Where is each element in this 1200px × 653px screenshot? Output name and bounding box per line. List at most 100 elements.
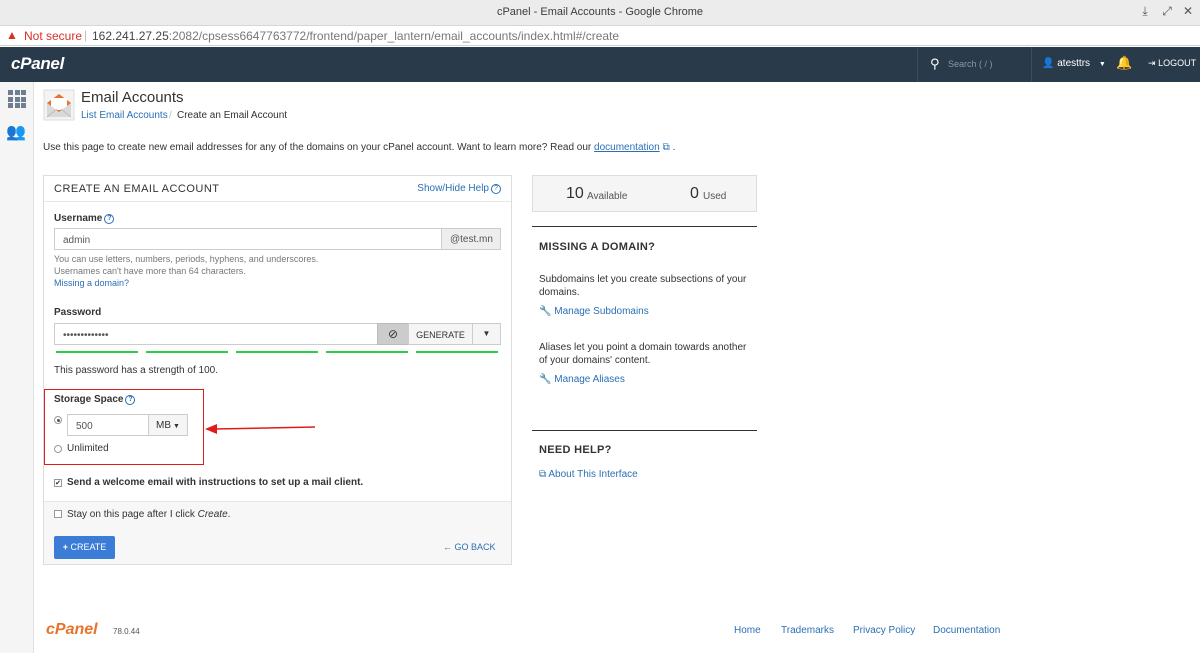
strength-bar-segment [416,351,498,353]
url-path: :2082/cpsess6647763772/frontend/paper_la… [168,29,620,43]
subdomains-text: Subdomains let you create subsections of… [539,274,747,298]
browser-titlebar: cPanel - Email Accounts - Google Chrome … [0,0,1200,26]
used-count: 0 [690,185,699,202]
maximize-icon[interactable]: ⤢ [1159,4,1175,19]
page-title: Email Accounts [81,89,184,106]
strength-bar-segment [56,351,138,353]
need-help-heading: NEED HELP? [539,444,612,456]
user-icon: 👤 [1042,58,1055,69]
cpanel-logo[interactable]: cPanel [11,54,64,74]
missing-domain-link[interactable]: Missing a domain? [54,278,129,288]
go-back-label: GO BACK [454,542,496,552]
create-email-panel: CREATE AN EMAIL ACCOUNT Show/Hide Help? … [43,175,512,565]
warning-icon: ▲ [6,28,18,42]
address-separator: | [84,28,88,42]
external-link-icon: ⧉ [662,142,670,153]
external-link-icon: ⧉ [539,469,547,480]
create-label: CREATE [70,542,107,552]
user-menu[interactable]: 👤 atesttrs ▼ [1042,58,1106,69]
search-icon: ⚲ [930,56,940,71]
intro-end: . [669,142,676,153]
footer-link-documentation[interactable]: Documentation [933,625,1000,636]
annotation-arrow [205,424,315,434]
stay-on-page-label[interactable]: Stay on this page after I click Create. [67,509,230,520]
email-envelope-icon [43,89,75,121]
url-host: 162.241.27.25 [92,29,169,43]
storage-unit-dropdown[interactable]: MB ▼ [148,414,188,436]
welcome-email-label[interactable]: Send a welcome email with instructions t… [67,477,363,488]
documentation-link[interactable]: documentation [594,142,660,153]
divider [532,226,757,227]
apps-grid-icon[interactable] [8,90,26,108]
logout-label: LOGOUT [1158,58,1197,68]
logout-icon: ⇥ [1148,58,1156,68]
bell-icon[interactable]: 🔔 [1116,55,1132,71]
eye-slash-icon: ⊘ [387,327,399,341]
strength-bar-segment [146,351,228,353]
minimize-icon[interactable]: ⤓ [1137,4,1153,19]
manage-aliases-label: Manage Aliases [554,374,625,385]
footer-link-home[interactable]: Home [734,625,761,636]
welcome-email-checkbox[interactable]: ✔ [54,479,62,487]
show-hide-help-link[interactable]: Show/Hide Help? [417,183,501,194]
stay-on-page-checkbox[interactable] [54,510,62,518]
stay-label-post: . [227,509,231,520]
account-stats: 10 Available 0 Used [532,175,757,212]
generate-options-button[interactable]: ▼ [472,323,501,345]
logout-button[interactable]: ⇥ LOGOUT [1148,58,1196,69]
help-icon[interactable]: ? [125,395,136,405]
wrench-icon: 🔧 [539,374,552,385]
footer-link-trademarks[interactable]: Trademarks [781,625,834,636]
manage-aliases-link[interactable]: 🔧 Manage Aliases [539,374,625,385]
storage-quota-input[interactable]: 500 [67,414,149,436]
username-help-2: Usernames can't have more than 64 charac… [54,266,246,276]
strength-bar-segment [326,351,408,353]
not-secure-label[interactable]: Not secure [24,29,82,43]
password-input[interactable]: ••••••••••••• [54,323,378,345]
used-label: Used [703,191,727,202]
username-input[interactable]: admin [54,228,442,250]
panel-title: CREATE AN EMAIL ACCOUNT [54,183,220,195]
help-icon: ? [491,184,501,194]
password-strength-text: This password has a strength of 100. [54,365,218,376]
close-icon[interactable]: ✕ [1180,4,1196,18]
available-count: 10 [566,185,584,202]
unlimited-label[interactable]: Unlimited [67,443,109,454]
intro-body: Use this page to create new email addres… [43,142,595,153]
search-box[interactable]: ⚲ Search ( / ) [917,47,1032,82]
users-icon[interactable]: 👥 [6,122,26,142]
storage-unlimited-radio[interactable] [54,445,62,453]
domain-addon: @test.mn [441,228,501,250]
left-sidebar: 👥 [0,82,34,653]
footer-cpanel-logo[interactable]: cPanel [46,621,98,639]
toggle-visibility-button[interactable]: ⊘ [377,323,409,345]
arrow-left-icon: ← [443,542,452,552]
about-interface-link[interactable]: ⧉ About This Interface [539,469,638,480]
strength-bar-segment [236,351,318,353]
user-name: atesttrs [1057,58,1091,69]
intro-text: Use this page to create new email addres… [43,142,675,153]
url-text[interactable]: 162.241.27.25:2082/cpsess6647763772/fron… [92,29,619,43]
top-nav: cPanel ⚲ Search ( / ) 👤 atesttrs ▼ 🔔 ⇥ L… [0,47,1200,82]
divider [532,430,757,431]
stay-label-em: Create [197,509,228,520]
search-input[interactable]: Search ( / ) [948,59,993,69]
go-back-link[interactable]: ← GO BACK [443,542,496,552]
generate-button[interactable]: GENERATE [408,323,473,345]
footer-link-privacy-policy[interactable]: Privacy Policy [853,625,915,636]
storage-limited-radio[interactable] [54,416,62,424]
breadcrumb-list-email-accounts[interactable]: List Email Accounts [81,110,168,121]
create-button[interactable]: + CREATE [54,536,115,559]
storage-unit-label: MB [156,420,172,431]
username-help-1: You can use letters, numbers, periods, h… [54,254,319,264]
help-icon[interactable]: ? [104,214,115,224]
panel-header: CREATE AN EMAIL ACCOUNT Show/Hide Help? [44,176,511,202]
address-bar[interactable]: ▲ Not secure | 162.241.27.25:2082/cpsess… [0,26,1200,46]
manage-subdomains-link[interactable]: 🔧 Manage Subdomains [539,306,649,317]
breadcrumb-separator: / [169,110,172,121]
caret-down-icon: ▼ [482,329,491,338]
available-label: Available [587,191,628,202]
storage-space-label-text: Storage Space [54,394,124,405]
show-hide-help-label: Show/Hide Help [417,183,489,194]
username-label: Username? [54,213,115,224]
